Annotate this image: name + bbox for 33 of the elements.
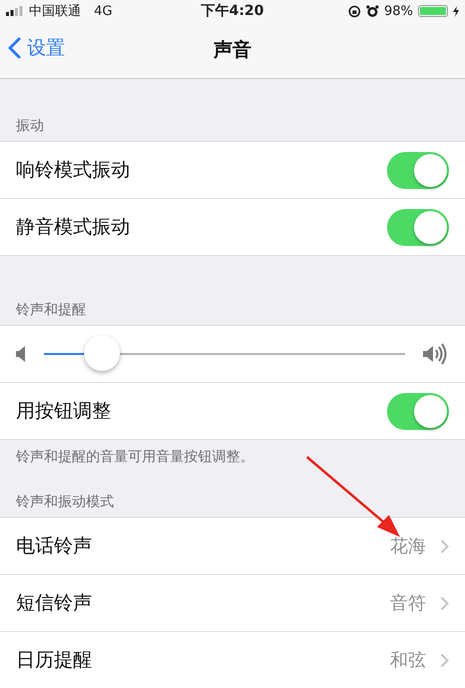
volume-low-icon <box>16 346 26 362</box>
battery-icon <box>418 5 448 17</box>
row-value: 音符 <box>390 592 426 615</box>
alarm-icon <box>366 4 380 18</box>
row-value: 和弦 <box>390 649 426 672</box>
rotation-lock-icon <box>348 4 362 18</box>
carrier: 中国联通 <box>29 3 81 20</box>
chevron-right-icon <box>440 652 449 668</box>
row-label: 用按钮调整 <box>16 399 111 424</box>
row-label: 响铃模式振动 <box>16 158 130 183</box>
row-label[interactable]: 日历提醒 <box>16 647 92 673</box>
section-header: 振动 <box>16 117 44 135</box>
row-value: 花海 <box>390 535 426 558</box>
row-label[interactable]: 短信铃声 <box>16 590 92 616</box>
toggle-switch[interactable] <box>387 152 449 188</box>
battery-percent: 98% <box>384 4 413 18</box>
back-button[interactable]: 设置 <box>8 35 65 61</box>
chevron-right-icon <box>440 596 449 610</box>
signal-icon <box>6 6 24 16</box>
row-label: 静音模式振动 <box>16 215 130 240</box>
toggle-switch[interactable] <box>387 392 449 430</box>
toggle-switch[interactable] <box>387 208 449 246</box>
row-label[interactable]: 电话铃声 <box>16 533 92 559</box>
chevron-right-icon <box>440 538 449 554</box>
section-header: 铃声和提醒 <box>16 301 86 319</box>
clock: 下午4:20 <box>201 2 264 20</box>
section-footer: 铃声和提醒的音量可用音量按钮调整。 <box>16 449 254 465</box>
charging-icon <box>452 6 459 16</box>
volume-high-icon <box>423 343 449 365</box>
network-type: 4G <box>94 4 112 18</box>
chevron-left-icon <box>8 37 21 59</box>
page-title: 声音 <box>214 38 252 63</box>
section-header: 铃声和振动模式 <box>16 493 114 511</box>
